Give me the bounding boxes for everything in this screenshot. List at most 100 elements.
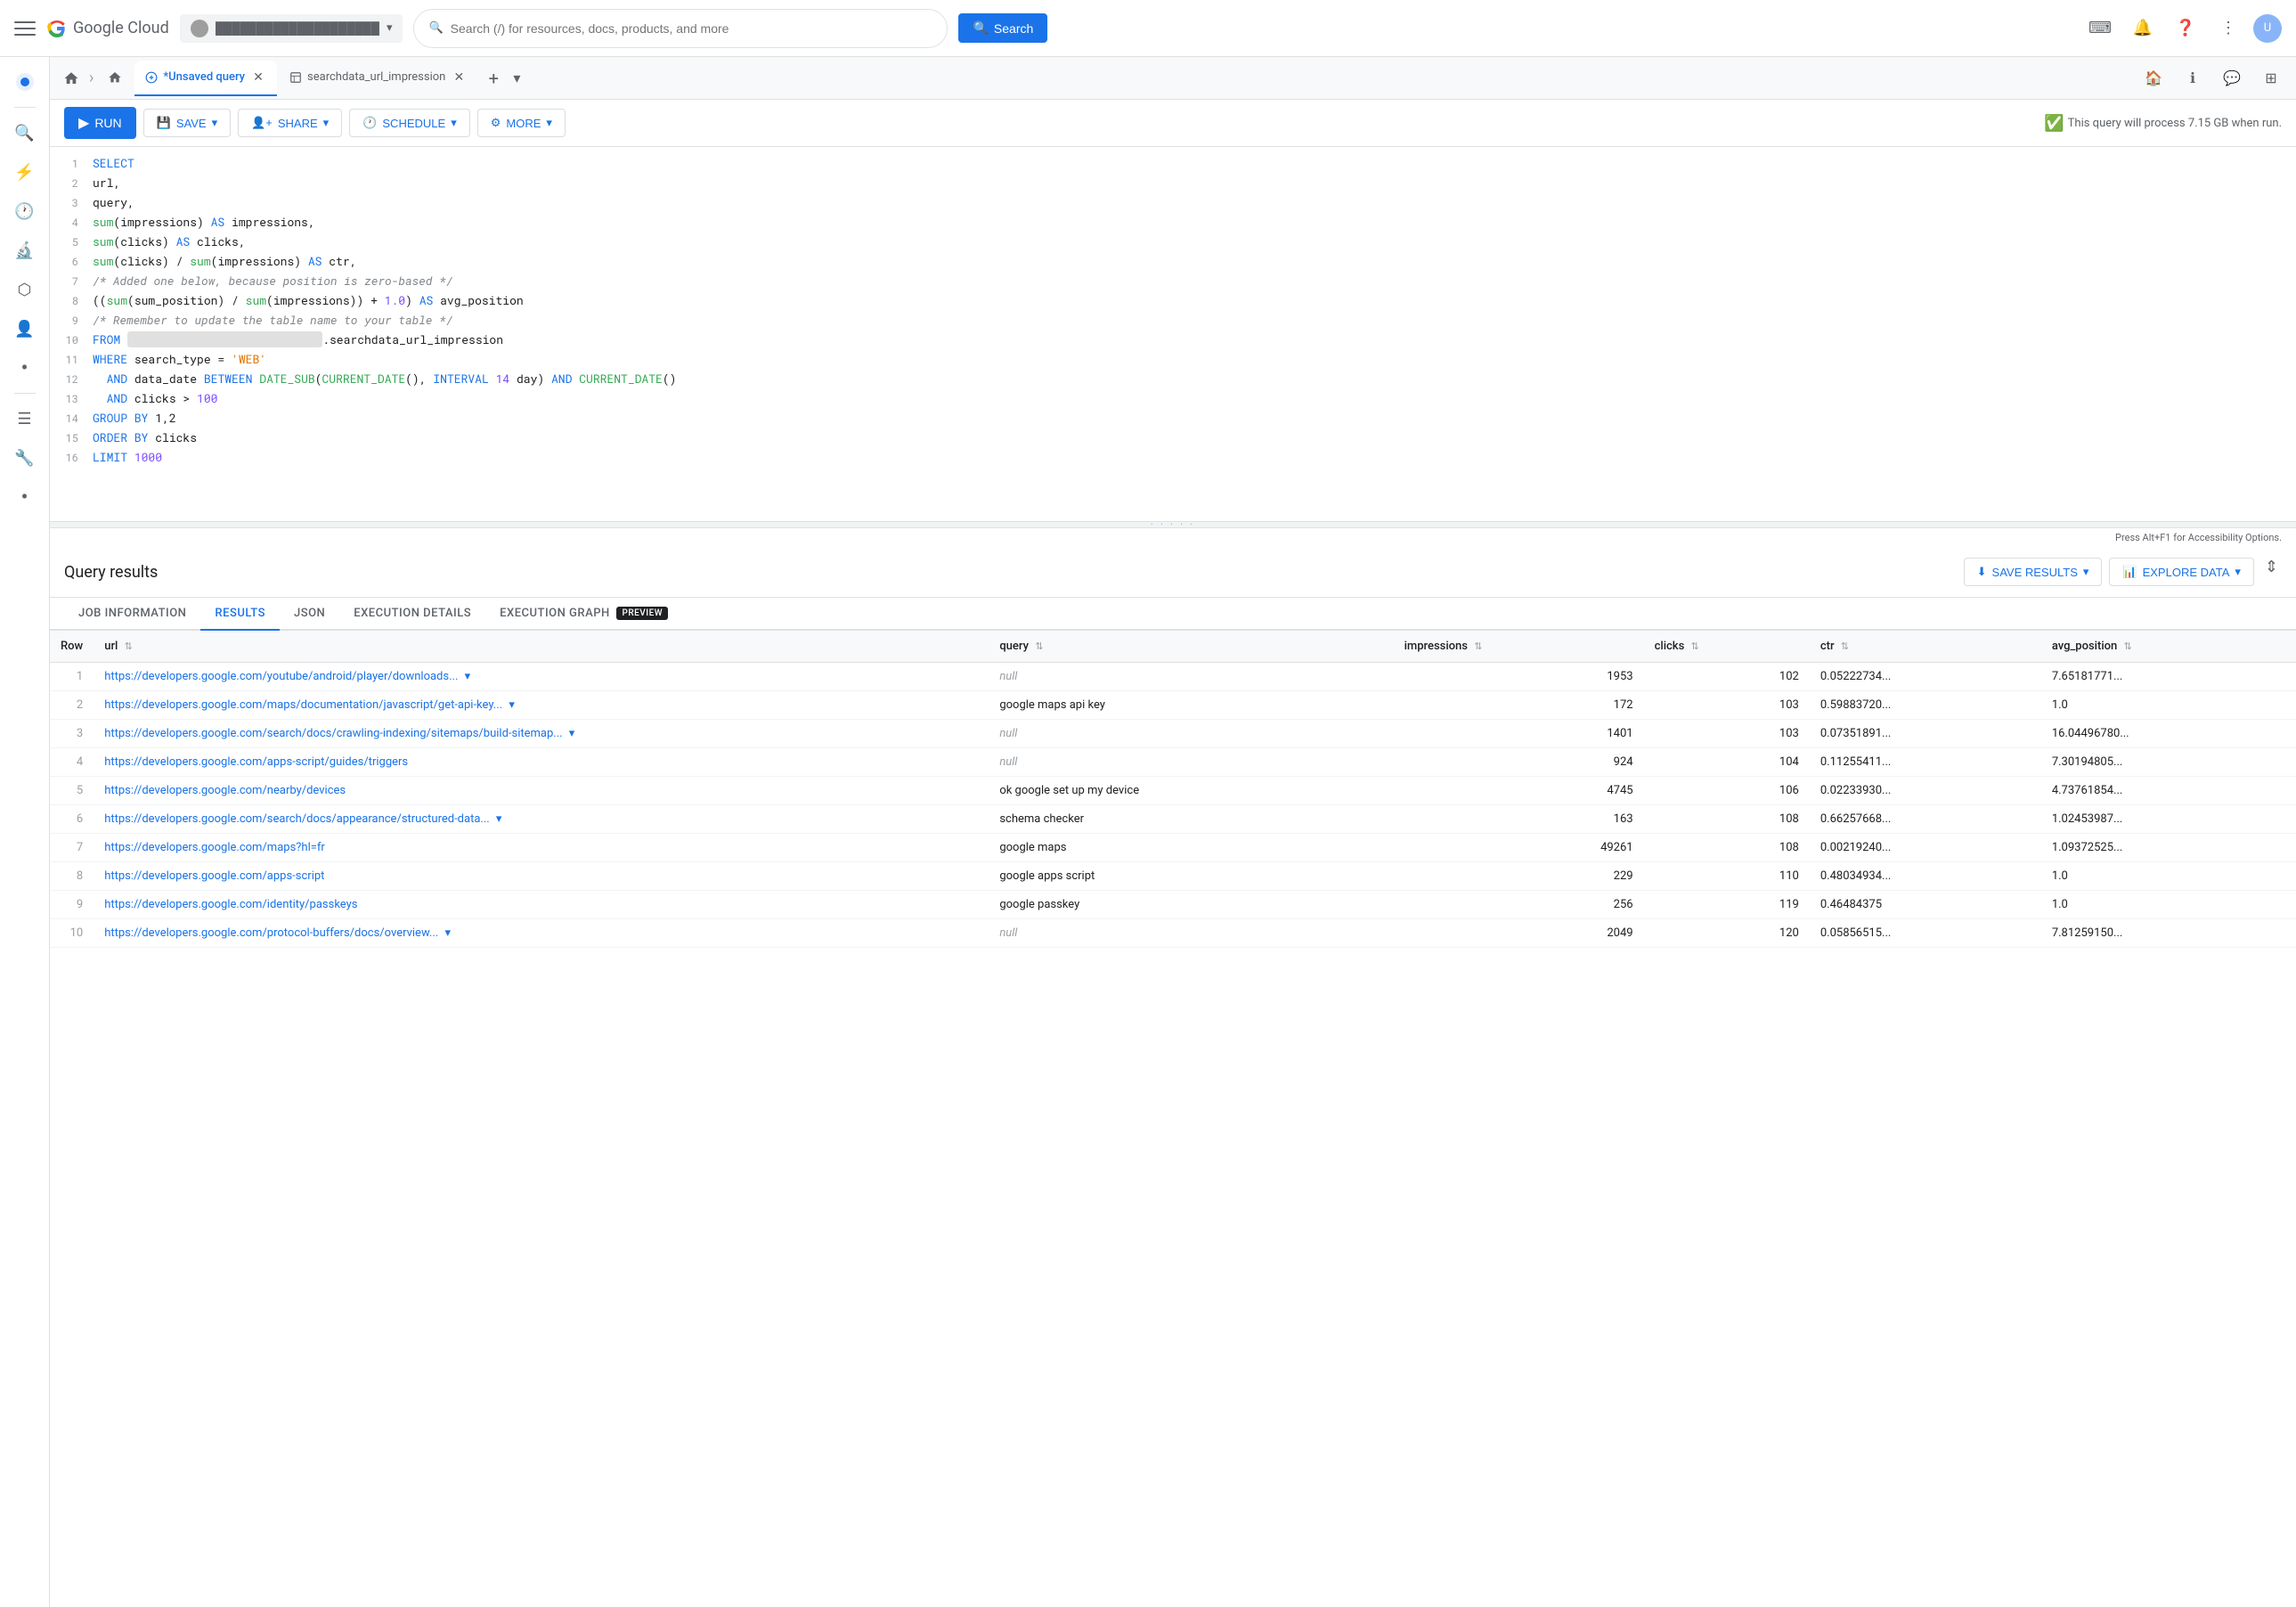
sidebar-item-tools[interactable]: 🔧 bbox=[7, 440, 43, 476]
project-selector[interactable]: ████████████████████ ▾ bbox=[180, 14, 403, 43]
col-url: url ⇅ bbox=[94, 631, 989, 663]
tab-searchdata[interactable]: searchdata_url_impression ✕ bbox=[279, 61, 477, 96]
tab-item-home2[interactable] bbox=[97, 61, 133, 96]
col-query: query ⇅ bbox=[989, 631, 1393, 663]
tab-home[interactable] bbox=[57, 64, 85, 93]
sidebar-item-history[interactable]: 🕐 bbox=[7, 193, 43, 229]
expand-results-icon[interactable]: ⇕ bbox=[2261, 558, 2282, 586]
global-search-bar[interactable]: 🔍 bbox=[413, 9, 948, 48]
tab-bar-info-icon[interactable]: ℹ bbox=[2175, 61, 2211, 96]
cell-row-num: 7 bbox=[50, 834, 94, 862]
sidebar-item-users[interactable]: 👤 bbox=[7, 311, 43, 347]
clicks-sort-icon[interactable]: ⇅ bbox=[1691, 640, 1699, 652]
result-tabs: JOB INFORMATION RESULTS JSON EXECUTION D… bbox=[50, 598, 2296, 631]
sidebar-item-dot1[interactable]: • bbox=[7, 350, 43, 386]
tab-add-button[interactable]: + bbox=[479, 64, 508, 93]
check-circle-icon: ✅ bbox=[2044, 114, 2064, 133]
schedule-button[interactable]: 🕐 SCHEDULE ▾ bbox=[349, 109, 470, 137]
cell-ctr: 0.46484375 bbox=[1810, 891, 2041, 919]
cell-impressions: 1401 bbox=[1394, 720, 1644, 748]
preview-badge: PREVIEW bbox=[616, 607, 668, 620]
cell-url: https://developers.google.com/maps?hl=fr bbox=[94, 834, 989, 862]
global-search-input[interactable] bbox=[451, 21, 933, 36]
share-button[interactable]: 👤+ SHARE ▾ bbox=[238, 109, 342, 137]
help-icon[interactable]: ❓ bbox=[2168, 11, 2203, 46]
code-line-6: 6 sum(clicks) / sum(impressions) AS ctr, bbox=[50, 252, 2296, 272]
cell-impressions: 229 bbox=[1394, 862, 1644, 891]
results-table-container: Row url ⇅ query ⇅ impressions bbox=[50, 631, 2296, 1607]
tab-unsaved-query[interactable]: *Unsaved query ✕ bbox=[134, 61, 277, 96]
url-expand-icon[interactable]: ▾ bbox=[509, 698, 515, 712]
tab-results[interactable]: RESULTS bbox=[200, 598, 280, 631]
editor-resize-handle[interactable]: · · · · · bbox=[50, 521, 2296, 528]
sidebar-item-pipeline[interactable]: ⬡ bbox=[7, 272, 43, 307]
notifications-icon[interactable]: 🔔 bbox=[2125, 11, 2161, 46]
sql-editor[interactable]: 1 SELECT 2 url, 3 query, 4 sum(impressio… bbox=[50, 147, 2296, 521]
table-row: 2 https://developers.google.com/maps/doc… bbox=[50, 691, 2296, 720]
tab-job-information[interactable]: JOB INFORMATION bbox=[64, 598, 200, 631]
code-line-1: 1 SELECT bbox=[50, 154, 2296, 174]
tab-more-button[interactable]: ▾ bbox=[509, 69, 524, 86]
table-header-row: Row url ⇅ query ⇅ impressions bbox=[50, 631, 2296, 663]
tab-bar-chat-icon[interactable]: 💬 bbox=[2214, 61, 2250, 96]
cell-row-num: 1 bbox=[50, 663, 94, 691]
save-dropdown-icon: ▾ bbox=[212, 116, 218, 130]
results-panel: Query results ⬇ SAVE RESULTS ▾ 📊 EXPLORE… bbox=[50, 547, 2296, 1607]
url-expand-icon[interactable]: ▾ bbox=[444, 926, 451, 940]
tab-close-unsaved[interactable]: ✕ bbox=[250, 69, 266, 86]
tab-close-searchdata[interactable]: ✕ bbox=[451, 69, 467, 86]
sidebar-item-explore[interactable]: 🔬 bbox=[7, 232, 43, 268]
avg-position-sort-icon[interactable]: ⇅ bbox=[2123, 640, 2131, 652]
more-button[interactable]: ⚙ MORE ▾ bbox=[477, 109, 566, 137]
more-dropdown-icon: ▾ bbox=[546, 116, 552, 130]
more-options-icon[interactable]: ⋮ bbox=[2211, 11, 2246, 46]
cell-query: schema checker bbox=[989, 805, 1393, 834]
code-line-15: 15 ORDER BY clicks bbox=[50, 428, 2296, 448]
user-avatar[interactable]: U bbox=[2253, 14, 2282, 43]
save-button[interactable]: 💾 SAVE ▾ bbox=[143, 109, 231, 137]
logo-text: Google Cloud bbox=[73, 19, 169, 37]
url-expand-icon[interactable]: ▾ bbox=[569, 727, 575, 740]
menu-icon[interactable] bbox=[14, 18, 36, 39]
explore-data-button[interactable]: 📊 EXPLORE DATA ▾ bbox=[2109, 558, 2254, 586]
tab-execution-graph[interactable]: EXECUTION GRAPH PREVIEW bbox=[485, 598, 682, 631]
save-results-dropdown-icon: ▾ bbox=[2083, 565, 2089, 579]
impressions-sort-icon[interactable]: ⇅ bbox=[1474, 640, 1482, 652]
cell-clicks: 103 bbox=[1644, 720, 1810, 748]
results-actions: ⬇ SAVE RESULTS ▾ 📊 EXPLORE DATA ▾ ⇕ bbox=[1964, 558, 2282, 586]
save-results-button[interactable]: ⬇ SAVE RESULTS ▾ bbox=[1964, 558, 2103, 586]
sidebar-item-dot2[interactable]: • bbox=[7, 479, 43, 515]
sidebar-item-bigquery[interactable] bbox=[7, 64, 43, 100]
search-button[interactable]: 🔍 Search bbox=[958, 13, 1047, 43]
cell-avg-position: 1.02453987... bbox=[2041, 805, 2296, 834]
cell-clicks: 120 bbox=[1644, 919, 1810, 948]
url-expand-icon[interactable]: ▾ bbox=[496, 812, 502, 826]
table-row: 6 https://developers.google.com/search/d… bbox=[50, 805, 2296, 834]
query-sort-icon[interactable]: ⇅ bbox=[1035, 640, 1043, 652]
terminal-icon[interactable]: ⌨ bbox=[2082, 11, 2118, 46]
run-button[interactable]: ▶ RUN bbox=[64, 107, 136, 139]
url-sort-icon[interactable]: ⇅ bbox=[125, 640, 133, 652]
code-line-14: 14 GROUP BY 1,2 bbox=[50, 409, 2296, 428]
url-expand-icon[interactable]: ▾ bbox=[465, 670, 471, 683]
tab-json[interactable]: JSON bbox=[280, 598, 339, 631]
left-sidebar: 🔍 ⚡ 🕐 🔬 ⬡ 👤 • ☰ 🔧 • bbox=[0, 57, 50, 1607]
cell-avg-position: 1.0 bbox=[2041, 862, 2296, 891]
sidebar-item-search[interactable]: 🔍 bbox=[7, 115, 43, 151]
cell-ctr: 0.02233930... bbox=[1810, 777, 2041, 805]
cell-impressions: 924 bbox=[1394, 748, 1644, 777]
cell-query: google apps script bbox=[989, 862, 1393, 891]
ctr-sort-icon[interactable]: ⇅ bbox=[1841, 640, 1849, 652]
cell-url: https://developers.google.com/nearby/dev… bbox=[94, 777, 989, 805]
table-row: 4 https://developers.google.com/apps-scr… bbox=[50, 748, 2296, 777]
tab-bar-home-icon[interactable]: 🏠 bbox=[2136, 61, 2171, 96]
table-row: 8 https://developers.google.com/apps-scr… bbox=[50, 862, 2296, 891]
tab-bar-grid-icon[interactable]: ⊞ bbox=[2253, 61, 2289, 96]
sidebar-item-filter[interactable]: ⚡ bbox=[7, 154, 43, 190]
run-play-icon: ▶ bbox=[78, 114, 89, 132]
tab-execution-details[interactable]: EXECUTION DETAILS bbox=[339, 598, 485, 631]
sidebar-item-list[interactable]: ☰ bbox=[7, 401, 43, 436]
cell-query: null bbox=[989, 720, 1393, 748]
cell-row-num: 3 bbox=[50, 720, 94, 748]
cell-row-num: 8 bbox=[50, 862, 94, 891]
